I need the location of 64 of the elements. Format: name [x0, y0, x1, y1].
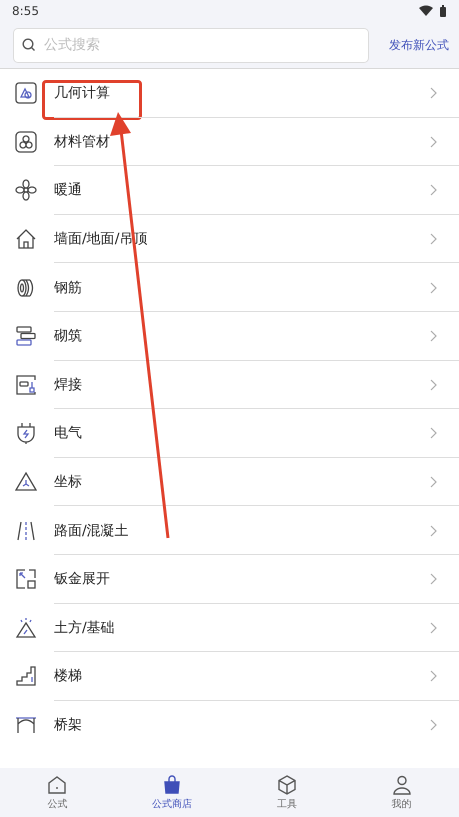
chevron-right-icon — [430, 87, 437, 100]
category-label: 材料管材 — [54, 132, 111, 151]
road-icon — [15, 520, 37, 542]
publish-link[interactable]: 发布新公式 — [389, 36, 449, 54]
plug-icon — [15, 422, 37, 444]
status-time: 8:55 — [12, 4, 39, 18]
chevron-right-icon — [430, 719, 437, 732]
category-item[interactable]: 桥架 — [0, 700, 459, 750]
search-icon — [22, 38, 36, 52]
fan-icon — [15, 179, 37, 202]
chevron-right-icon — [430, 330, 437, 342]
triangle-icon — [15, 471, 37, 494]
category-label: 钣金展开 — [54, 570, 111, 588]
chevron-right-icon — [430, 282, 437, 294]
category-item[interactable]: 土方/基础 — [0, 604, 459, 652]
search-input[interactable]: 公式搜索 — [42, 36, 360, 54]
chevron-right-icon — [430, 524, 437, 537]
category-label: 土方/基础 — [54, 618, 116, 637]
category-label: 几何计算 — [54, 84, 111, 102]
unfold-icon — [15, 568, 37, 590]
chevron-right-icon — [430, 476, 437, 488]
house-icon — [15, 228, 37, 250]
category-label: 楼梯 — [54, 667, 83, 686]
chevron-right-icon — [430, 136, 437, 148]
cube-icon — [276, 774, 297, 794]
stairs-icon — [15, 665, 37, 688]
weld-icon — [15, 374, 37, 396]
nav-tab[interactable]: 工具 — [230, 768, 344, 817]
category-item[interactable]: 砌筑 — [0, 312, 459, 361]
category-label: 路面/混凝土 — [54, 522, 130, 540]
chevron-right-icon — [430, 427, 437, 440]
category-item[interactable]: 坐标 — [0, 458, 459, 506]
chevron-right-icon — [430, 670, 437, 682]
bag-icon — [162, 774, 182, 794]
category-label: 电气 — [54, 424, 83, 442]
chevron-right-icon — [430, 184, 437, 196]
bricks-icon — [15, 325, 37, 348]
wifi-battery-icon — [419, 5, 447, 17]
category-item[interactable]: 焊接 — [0, 360, 459, 410]
category-label: 坐标 — [54, 473, 83, 492]
category-label: 桥架 — [54, 716, 83, 734]
category-label: 钢筋 — [54, 278, 83, 297]
nav-tab[interactable]: 公式商店 — [114, 768, 230, 817]
user-icon — [392, 774, 412, 794]
nav-tab[interactable]: 公式 — [0, 768, 115, 817]
search-field[interactable]: 公式搜索 — [13, 28, 369, 62]
category-label: 暖通 — [54, 181, 83, 200]
chevron-right-icon — [430, 233, 437, 246]
chevron-right-icon — [430, 378, 437, 391]
category-item[interactable]: 钢筋 — [0, 263, 459, 312]
mound-icon — [15, 616, 37, 639]
nav-tab[interactable]: 我的 — [344, 768, 459, 817]
category-item[interactable]: 钣金展开 — [0, 554, 459, 604]
category-label: 砌筑 — [54, 327, 83, 346]
category-item[interactable]: 路面/混凝土 — [0, 506, 459, 555]
category-item[interactable]: 电气 — [0, 409, 459, 458]
chevron-right-icon — [430, 573, 437, 586]
category-item[interactable]: 几何计算 — [0, 69, 459, 118]
chevron-right-icon — [430, 622, 437, 634]
circles-icon — [15, 130, 37, 153]
category-label: 焊接 — [54, 376, 83, 394]
category-item[interactable]: 楼梯 — [0, 652, 459, 701]
home-icon — [47, 774, 68, 794]
category-item[interactable]: 暖通 — [0, 166, 459, 215]
